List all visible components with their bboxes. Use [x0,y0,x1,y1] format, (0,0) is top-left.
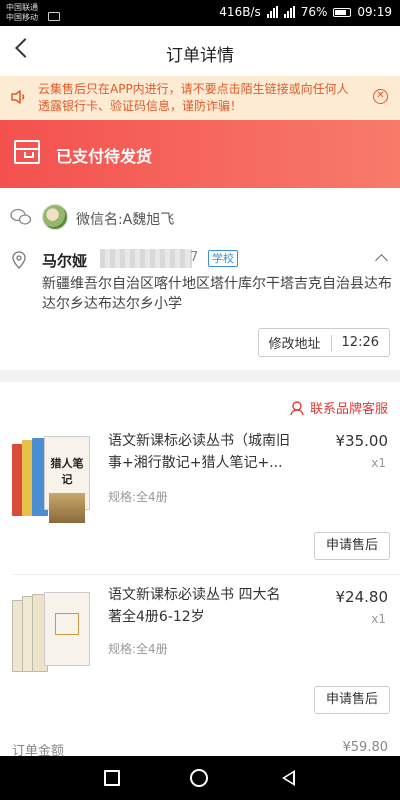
cover-title: 猎人笔记 [50,457,84,486]
headset-icon [290,400,304,415]
speaker-icon [11,90,25,104]
net-speed: 416B/s [219,5,261,19]
item-spec: 规格:全4册 [108,642,168,656]
apply-after-sale-button[interactable]: 申请售后 [313,532,390,560]
wechat-icon [10,208,32,225]
product-image: 猎人笔记 [12,432,94,523]
home-icon[interactable] [190,769,208,787]
product-image [12,588,94,672]
recent-apps-icon[interactable] [104,770,120,786]
order-amount-row: 订单金额 ¥59.80 [0,726,400,759]
briefcase-icon [48,12,60,21]
contact-service-label: 联系品牌客服 [309,402,388,417]
battery-percent: 76% [300,5,328,19]
page-title: 订单详情 [166,46,234,66]
modify-address-button[interactable]: 修改地址 [259,333,331,352]
order-item[interactable]: 语文新课标必读丛书 四大名著全4册6-12岁 ¥24.80 x1 规格:全4册 … [0,587,400,728]
address-tag: 学校 [208,250,238,267]
status-right: 416B/s 76% 09:19 [219,5,392,19]
contact-service-button[interactable]: 联系品牌客服 [289,398,388,417]
item-price: ¥35.00 [335,432,389,450]
close-circle-icon[interactable]: ✕ [373,89,388,104]
navigation-bar: 订单详情 [0,26,400,76]
address-text: 新疆维吾尔自治区喀什地区塔什库尔干塔吉克自治县达布达尔乡达布达尔乡小学 [42,276,392,312]
carrier-2: 中国移动 [6,13,38,22]
receiver-name: 马尔娅 [42,252,88,270]
security-notice: 云集售后只在APP内进行，请不要点击陌生链接或向任何人透露银行卡、验证码信息，谨… [0,76,400,120]
carrier-1: 中国联通 [6,3,38,12]
avatar [42,204,68,230]
order-amount-value: ¥59.80 [342,740,389,755]
item-price: ¥24.80 [335,588,389,606]
location-pin-icon [12,251,26,269]
item-quantity: x1 [371,612,386,626]
apply-after-sale-button[interactable]: 申请售后 [313,686,390,714]
phone-masked [100,249,192,268]
carriers: 中国联通 中国移动 [6,3,38,23]
item-title: 语文新课标必读丛书（城南旧事+湘行散记+猎人笔记+... [108,433,290,471]
notice-text: 云集售后只在APP内进行，请不要点击陌生链接或向任何人透露银行卡、验证码信息，谨… [38,82,349,113]
goods-card: 联系品牌客服 猎人笔记 语文新课标必读丛书（城南旧事+湘行散记+猎人笔记+...… [0,382,400,726]
signal-icon-2 [283,6,295,18]
phone-tail: 7 [190,250,199,265]
clock: 09:19 [357,5,392,19]
cover-art [55,613,79,635]
cover-art [49,493,85,523]
divider [12,574,400,575]
chevron-up-icon[interactable] [375,254,388,267]
item-quantity: x1 [371,456,386,470]
address-card: 微信名:A魏旭飞 马尔娅 7 学校 新疆维吾尔自治区喀什地区塔什库尔干塔吉克自治… [0,188,400,370]
order-item[interactable]: 猎人笔记 语文新课标必读丛书（城南旧事+湘行散记+猎人笔记+... ¥35.00… [0,428,400,568]
book-cover [44,592,90,666]
item-title: 语文新课标必读丛书 四大名著全4册6-12岁 [108,587,281,625]
item-spec: 规格:全4册 [108,490,168,504]
system-navigation-bar [0,756,400,800]
battery-icon [333,7,352,17]
back-icon[interactable] [282,770,295,786]
address-actions: 修改地址 12:26 [257,328,390,357]
order-status-banner: 已支付待发货 [0,120,400,188]
signal-icon [266,6,278,18]
order-status-text: 已支付待发货 [56,147,153,166]
address-time: 12:26 [341,335,379,350]
status-bar: 中国联通 中国移动 416B/s 76% 09:19 [0,0,400,26]
package-icon [14,140,40,164]
book-cover: 猎人笔记 [44,436,90,523]
wechat-name: 微信名:A魏旭飞 [76,212,175,228]
